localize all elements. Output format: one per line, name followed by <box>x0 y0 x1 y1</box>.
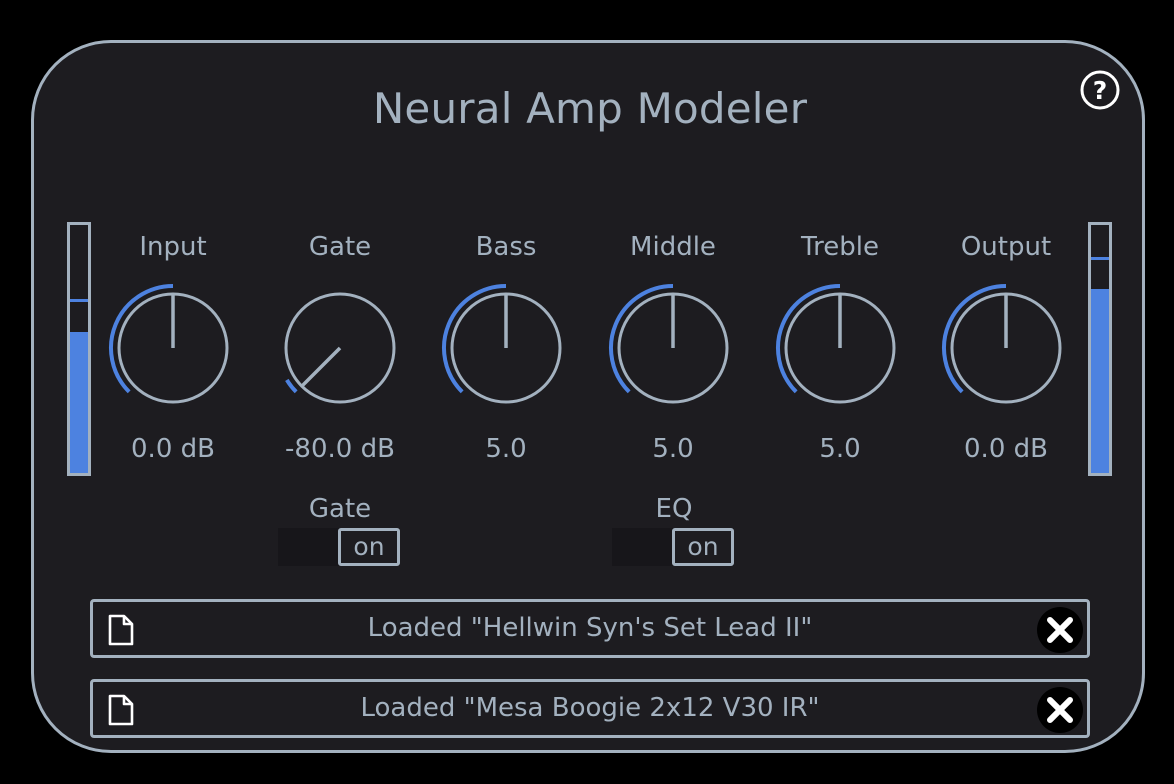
knob-label: Gate <box>308 232 372 262</box>
knob-value: -80.0 dB <box>285 434 395 464</box>
input-level-fill <box>70 331 88 473</box>
input-knob[interactable] <box>103 278 243 418</box>
knob-label: Treble <box>801 232 879 262</box>
knob-label: Bass <box>475 232 537 262</box>
close-icon[interactable] <box>1036 606 1084 654</box>
treble-knob[interactable] <box>770 278 910 418</box>
output-peak-indicator <box>1091 256 1109 260</box>
input-level-meter <box>67 222 91 476</box>
close-icon[interactable] <box>1036 686 1084 734</box>
knob-bass: Bass 5.0 <box>436 230 576 470</box>
knob-label: Output <box>960 232 1052 262</box>
output-level-fill <box>1091 289 1109 473</box>
model-file-bar: Loaded "Hellwin Syn's Set Lead II" <box>90 599 1090 658</box>
ir-file-bar: Loaded "Mesa Boogie 2x12 V30 IR" <box>90 679 1090 738</box>
knob-output: Output 0.0 dB <box>936 230 1076 470</box>
switch-label: Gate <box>308 494 372 524</box>
knob-value: 5.0 <box>819 434 861 464</box>
knob-gate: Gate -80.0 dB <box>270 230 410 470</box>
help-icon[interactable]: ? <box>1080 70 1120 110</box>
knob-value-arc <box>285 378 298 394</box>
middle-knob[interactable] <box>603 278 743 418</box>
input-peak-indicator <box>70 298 88 302</box>
knob-value: 5.0 <box>652 434 694 464</box>
gate-switch: Gate on <box>278 494 402 570</box>
file-icon[interactable] <box>107 694 135 726</box>
knob-input: Input 0.0 dB <box>103 230 243 470</box>
output-knob[interactable] <box>936 278 1076 418</box>
eq-toggle[interactable]: on <box>612 528 734 566</box>
model-file-name[interactable]: Loaded "Hellwin Syn's Set Lead II" <box>153 602 1027 655</box>
knob-label: Middle <box>630 232 716 262</box>
gate-knob[interactable] <box>270 278 410 418</box>
toggle-state: on <box>672 528 734 566</box>
output-level-meter <box>1088 222 1112 476</box>
toggle-state: on <box>338 528 400 566</box>
bass-knob[interactable] <box>436 278 576 418</box>
eq-switch: EQ on <box>612 494 736 570</box>
knob-value: 0.0 dB <box>964 434 1048 464</box>
knob-value: 5.0 <box>485 434 527 464</box>
svg-text:?: ? <box>1093 76 1108 105</box>
knob-value: 0.0 dB <box>131 434 215 464</box>
gate-toggle[interactable]: on <box>278 528 400 566</box>
file-icon[interactable] <box>107 614 135 646</box>
switch-label: EQ <box>655 494 693 524</box>
knob-middle: Middle 5.0 <box>603 230 743 470</box>
knob-label: Input <box>139 232 207 262</box>
knob-treble: Treble 5.0 <box>770 230 910 470</box>
app-title: Neural Amp Modeler <box>372 84 808 133</box>
knob-pointer <box>300 346 342 388</box>
ir-file-name[interactable]: Loaded "Mesa Boogie 2x12 V30 IR" <box>153 682 1027 735</box>
